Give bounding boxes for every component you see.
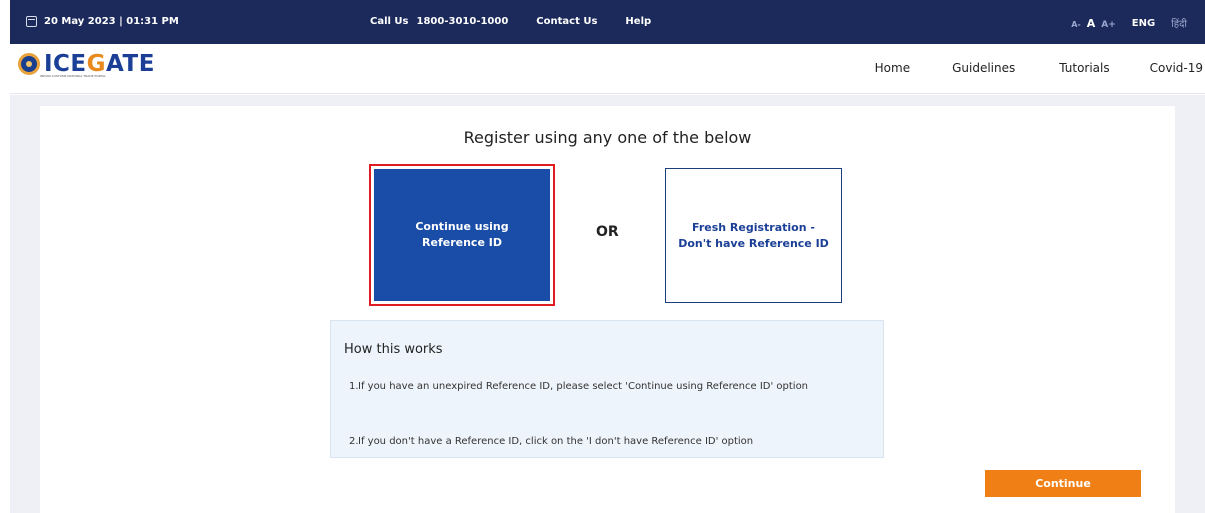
- datetime-text: 20 May 2023 | 01:31 PM: [44, 16, 179, 27]
- instruction-item: 2. If you don't have a Reference ID, cli…: [349, 436, 754, 447]
- nav-tutorials[interactable]: Tutorials: [1059, 61, 1109, 75]
- language-english[interactable]: ENG: [1132, 18, 1155, 29]
- call-us: Call Us 1800-3010-1000: [370, 16, 508, 27]
- main-nav: Home Guidelines Tutorials Covid-19: [875, 61, 1205, 75]
- contact-links: Call Us 1800-3010-1000 Contact Us Help: [370, 16, 651, 27]
- nav-covid-19[interactable]: Covid-19: [1150, 61, 1203, 75]
- option-continue-reference-id[interactable]: Continue using Reference ID: [369, 164, 555, 306]
- logo-subtitle: INDIAN CUSTOMS NATIONAL TRADE PORTAL: [40, 74, 106, 78]
- how-this-works-heading: How this works: [344, 342, 443, 357]
- emblem-icon: [18, 53, 40, 75]
- calendar-icon: [26, 16, 37, 27]
- option-fresh-registration[interactable]: Fresh Registration - Don't have Referenc…: [665, 168, 842, 303]
- or-separator: OR: [596, 224, 619, 240]
- accessibility-controls: A- A A+ ENG हिंदी: [1071, 16, 1187, 31]
- logo-text: ICEGATE: [44, 51, 155, 77]
- help-link[interactable]: Help: [625, 16, 651, 27]
- option-continue-reference-id-label: Continue using Reference ID: [374, 169, 550, 301]
- language-hindi[interactable]: हिंदी: [1171, 16, 1187, 30]
- site-header: ICEGATE INDIAN CUSTOMS NATIONAL TRADE PO…: [10, 44, 1205, 94]
- font-size-controls: A- A A+: [1071, 17, 1116, 30]
- icegate-logo[interactable]: ICEGATE: [18, 51, 155, 77]
- font-normal-button[interactable]: A: [1087, 17, 1096, 30]
- font-decrease-button[interactable]: A-: [1071, 20, 1081, 29]
- datetime-display: 20 May 2023 | 01:31 PM: [26, 16, 179, 27]
- registration-card: Register using any one of the below Cont…: [40, 106, 1175, 513]
- font-increase-button[interactable]: A+: [1101, 20, 1116, 30]
- call-us-label: Call Us: [370, 16, 409, 27]
- page-title: Register using any one of the below: [463, 128, 752, 147]
- nav-home[interactable]: Home: [875, 61, 910, 75]
- continue-button[interactable]: Continue: [985, 470, 1141, 497]
- call-us-number[interactable]: 1800-3010-1000: [417, 16, 509, 27]
- nav-guidelines[interactable]: Guidelines: [952, 61, 1015, 75]
- how-this-works-panel: How this works 1. If you have an unexpir…: [330, 320, 884, 458]
- top-utility-bar: 20 May 2023 | 01:31 PM Call Us 1800-3010…: [10, 0, 1205, 44]
- contact-us-link[interactable]: Contact Us: [536, 16, 597, 27]
- instruction-item: 1. If you have an unexpired Reference ID…: [349, 381, 809, 392]
